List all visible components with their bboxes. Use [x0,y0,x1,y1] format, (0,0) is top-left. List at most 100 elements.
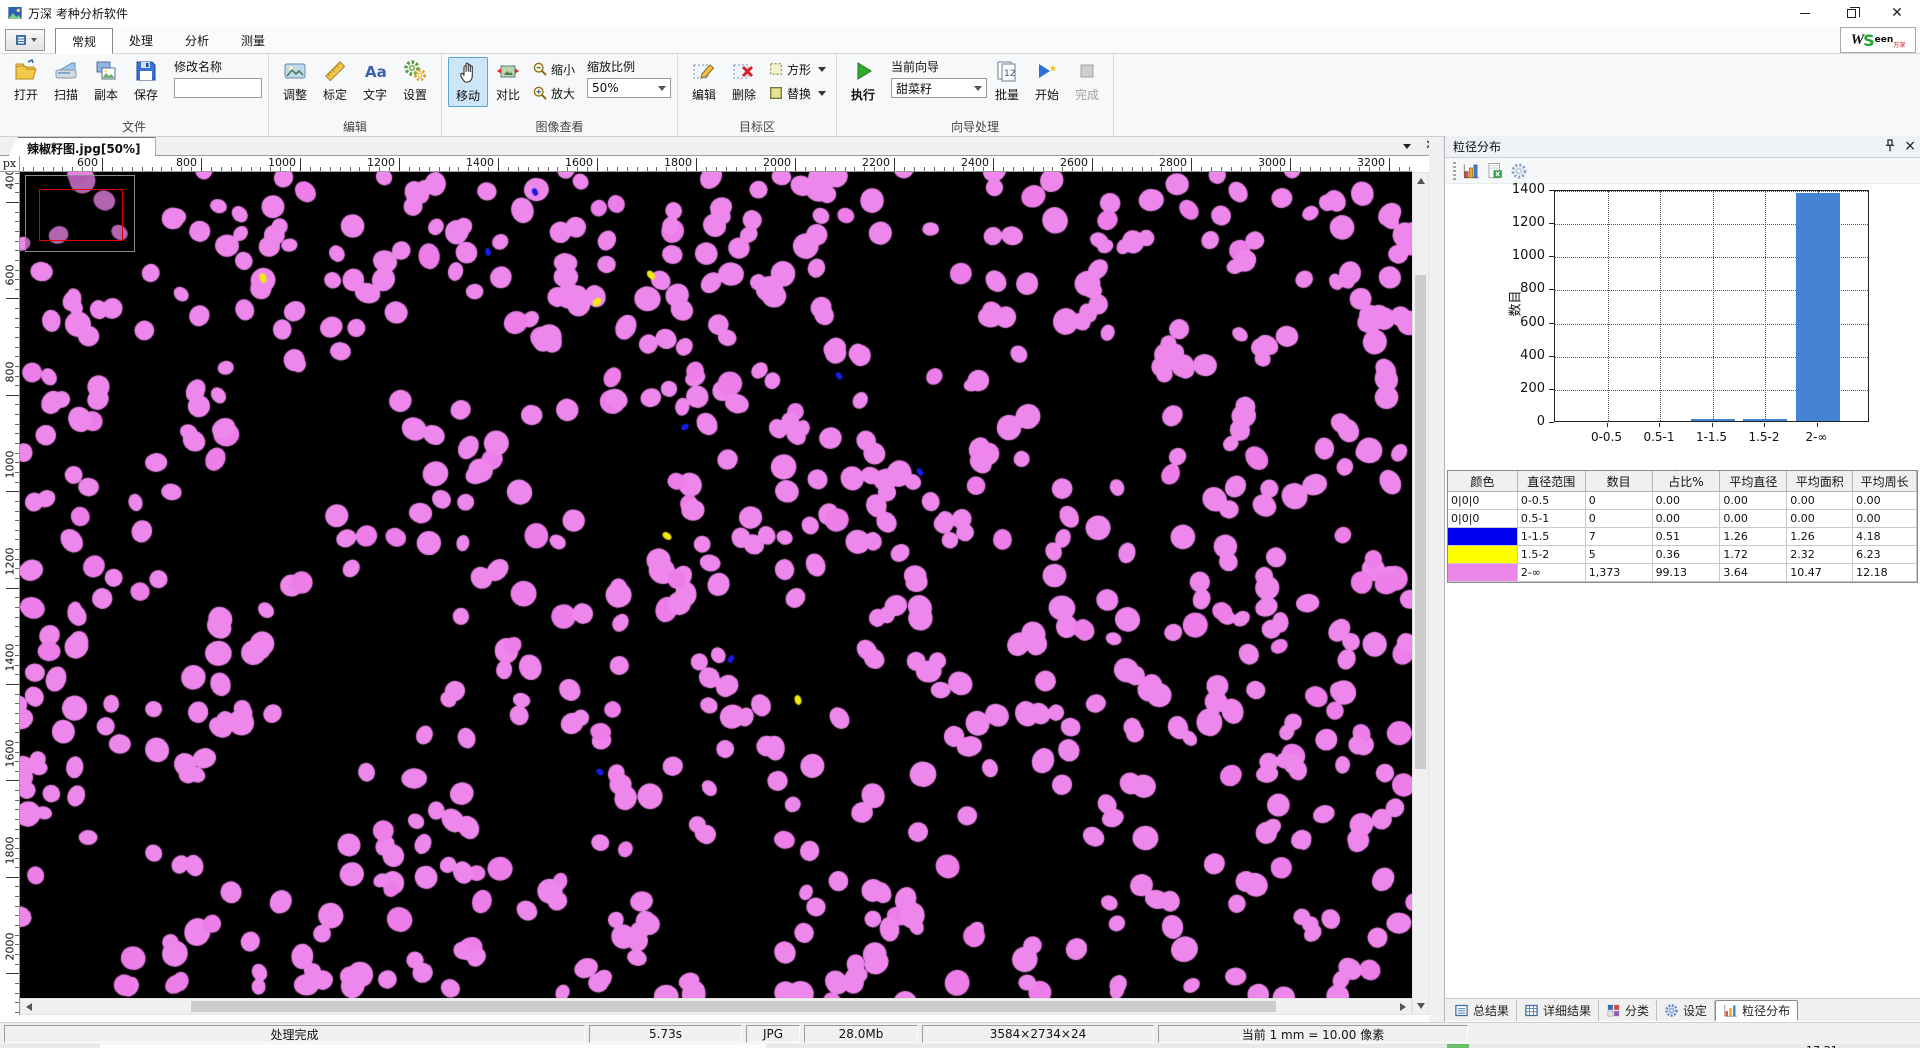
zoom-out-button[interactable]: 缩小 [532,59,575,79]
ruler-minor-tick [211,167,212,171]
duplicate-button[interactable]: 副本 [86,57,126,105]
calibrate-button[interactable]: 标定 [315,57,355,105]
square-select-button[interactable]: 方形 [768,59,826,79]
horizontal-scroll-thumb[interactable] [191,1001,1276,1012]
pin-icon[interactable] [1882,138,1898,154]
scroll-down-icon[interactable] [1417,1003,1425,1009]
panel-header: 粒径分布 × [1445,136,1920,158]
zoom-in-button[interactable]: 放大 [532,83,575,103]
chart-settings-gear-icon[interactable] [1510,162,1528,180]
ruler-major-tick [1191,158,1192,171]
rename-input[interactable] [174,78,262,98]
finish-button[interactable]: 完成 [1067,57,1107,105]
tab-process[interactable]: 处理 [113,28,169,54]
ruler-minor-tick [310,167,311,171]
chart-type-icon[interactable] [1462,162,1480,180]
ruler-minor-tick [419,167,420,171]
particle-size-chart: 数目 直径 02004006008001000120014000-0.50.5-… [1445,184,1920,514]
navigator-overview[interactable] [25,175,135,252]
doc-list-dropdown-icon[interactable] [1403,144,1411,149]
scroll-left-icon[interactable] [26,1003,32,1011]
ruler-minor-tick [15,607,19,608]
table-row[interactable]: 1.5-250.361.722.326.23 [1448,546,1917,564]
text-button[interactable]: Aa 文字 [355,57,395,105]
ruler-minor-tick [914,167,915,171]
settings-button[interactable]: 设置 [395,57,435,105]
tab-classify[interactable]: 分类 [1599,1000,1657,1021]
table-cell [1448,564,1518,582]
tab-measure[interactable]: 测量 [225,28,281,54]
ruler-minor-tick [15,983,19,984]
table-row[interactable]: 2-∞1,37399.133.6410.4712.18 [1448,564,1917,582]
vertical-scrollbar[interactable] [1412,172,1429,1015]
ruler-minor-tick [1330,167,1331,171]
status-bar: 处理完成 5.73s JPG 28.0Mb 3584×2734×24 当前 1 … [0,1022,1920,1044]
ruler-label: 2600 [1050,156,1088,169]
ruler-minor-tick [15,192,19,193]
ruler-minor-tick [350,167,351,171]
replace-button[interactable]: 替换 [768,83,826,103]
ruler-label: 1400 [4,654,17,672]
text-icon: Aa [363,59,387,83]
tab-settings[interactable]: 设定 [1657,1000,1715,1021]
tab-summary-results[interactable]: 总结果 [1447,1000,1517,1021]
ruler-major-tick [6,588,19,589]
panel-close-icon[interactable]: × [1904,138,1916,154]
contrast-button[interactable]: 对比 [488,57,528,105]
image-canvas-area[interactable] [20,172,1412,998]
target-delete-button[interactable]: 删除 [724,57,764,105]
minimize-button[interactable] [1782,0,1828,26]
ruler-minor-tick [122,167,123,171]
start-button[interactable]: 开始 [1027,57,1067,105]
table-row[interactable]: 0|0|00-0.500.000.000.000.00 [1448,492,1917,510]
taskbar-icon [1447,1044,1469,1048]
start-play-icon [1035,59,1059,83]
ruler-minor-tick [15,212,19,213]
table-row[interactable]: 1-1.570.511.261.264.18 [1448,528,1917,546]
scroll-up-icon[interactable] [1417,178,1425,184]
panel-splitter[interactable] [1429,137,1444,1022]
app-menu-button[interactable] [5,29,45,51]
target-edit-button[interactable]: 编辑 [684,57,724,105]
scan-button[interactable]: 扫描 [46,57,86,105]
tab-detailed-results[interactable]: 详细结果 [1517,1000,1599,1021]
ruler-label: 1800 [654,156,692,169]
chart-y-tick [1549,422,1554,423]
open-button[interactable]: 打开 [6,57,46,105]
ruler-minor-tick [1112,167,1113,171]
vertical-scroll-thumb[interactable] [1415,275,1426,769]
tab-general[interactable]: 常规 [55,28,113,54]
chart-y-tick [1549,223,1554,224]
close-button[interactable]: ✕ [1874,0,1920,26]
zoom-scale-select[interactable]: 50% [587,78,671,98]
bar-chart-icon [1723,1003,1738,1018]
document-tab[interactable]: 辣椒籽图.jpg[50%] [8,137,156,156]
ribbon-group-file: 打开 扫描 副本 保存 修改名称 文件 [0,54,269,136]
wizard-select[interactable]: 甜菜籽 [891,78,987,98]
ruler-major-tick [993,158,994,171]
horizontal-scrollbar[interactable] [20,998,1412,1015]
scroll-right-icon[interactable] [1400,1003,1406,1011]
restore-button[interactable] [1828,0,1874,26]
ruler-minor-tick [340,167,341,171]
ruler-minor-tick [1310,167,1311,171]
export-excel-icon[interactable] [1486,162,1504,180]
seed-image-canvas[interactable] [20,172,1412,998]
chevron-down-icon [658,86,666,91]
tab-particle-distribution[interactable]: 粒径分布 [1715,1000,1798,1021]
batch-button[interactable]: 12 批量 [987,57,1027,105]
run-button[interactable]: 执行 [843,57,883,105]
ruler-minor-tick [15,327,19,328]
ruler-label: 1800 [4,846,17,864]
table-cell: 12.18 [1853,564,1917,582]
ruler-minor-tick [15,539,19,540]
save-button[interactable]: 保存 [126,57,166,105]
ribbon-group-target: 编辑 删除 方形 替换 目标区 [678,54,837,136]
ruler-major-tick [102,158,103,171]
adjust-button[interactable]: 调整 [275,57,315,105]
tab-analyze[interactable]: 分析 [169,28,225,54]
table-row[interactable]: 0|0|00.5-100.000.000.000.00 [1448,510,1917,528]
ruler-minor-tick [15,790,19,791]
move-button[interactable]: 移动 [448,57,488,107]
chart-x-tick-label: 1.5-2 [1738,430,1790,444]
